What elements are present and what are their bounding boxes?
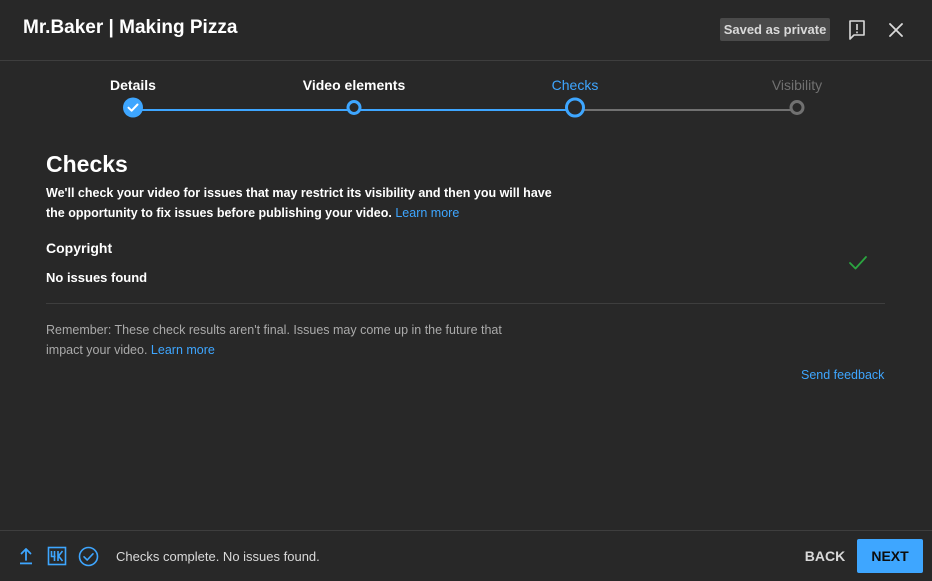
step-checks-dot-icon[interactable] [564, 97, 586, 124]
back-button[interactable]: BACK [795, 539, 855, 573]
remember-note: Remember: These check results aren't fin… [46, 320, 526, 360]
page-title: Checks [46, 151, 128, 177]
next-button[interactable]: NEXT [857, 539, 923, 573]
send-feedback-link[interactable]: Send feedback [801, 368, 884, 382]
section-divider [46, 303, 885, 304]
copyright-status: No issues found [46, 270, 148, 285]
dialog-header: Mr.Baker | Making Pizza Saved as private [0, 0, 932, 61]
saved-status-badge: Saved as private [720, 18, 830, 41]
step-details-check-icon[interactable] [122, 97, 144, 124]
report-feedback-icon[interactable] [847, 19, 867, 41]
stepper-remaining-line [575, 109, 797, 111]
checks-description: We'll check your video for issues that m… [46, 183, 566, 223]
step-video-elements-dot-icon[interactable] [346, 100, 362, 121]
step-video-elements-label[interactable]: Video elements [303, 77, 405, 93]
close-icon[interactable] [886, 20, 906, 40]
step-checks-label[interactable]: Checks [552, 77, 599, 93]
checkmark-icon [848, 254, 868, 272]
footer-status-text: Checks complete. No issues found. [116, 549, 320, 564]
remember-learn-more-link[interactable]: Learn more [151, 343, 215, 357]
learn-more-link[interactable]: Learn more [395, 206, 459, 220]
dialog-footer: Checks complete. No issues found. BACK N… [0, 530, 932, 581]
step-visibility-label[interactable]: Visibility [772, 77, 822, 93]
upload-icon[interactable] [18, 546, 34, 571]
hd-4k-icon[interactable] [47, 546, 67, 571]
step-visibility-dot-icon[interactable] [789, 100, 805, 121]
checks-complete-icon[interactable] [78, 546, 99, 572]
upload-stepper: Details Video elements Checks Visibility [0, 61, 932, 131]
copyright-heading: Copyright [46, 240, 113, 256]
dialog-title: Mr.Baker | Making Pizza [23, 17, 238, 38]
checks-description-text: We'll check your video for issues that m… [46, 186, 552, 220]
remember-note-text: Remember: These check results aren't fin… [46, 323, 502, 357]
step-details-label[interactable]: Details [110, 77, 156, 93]
